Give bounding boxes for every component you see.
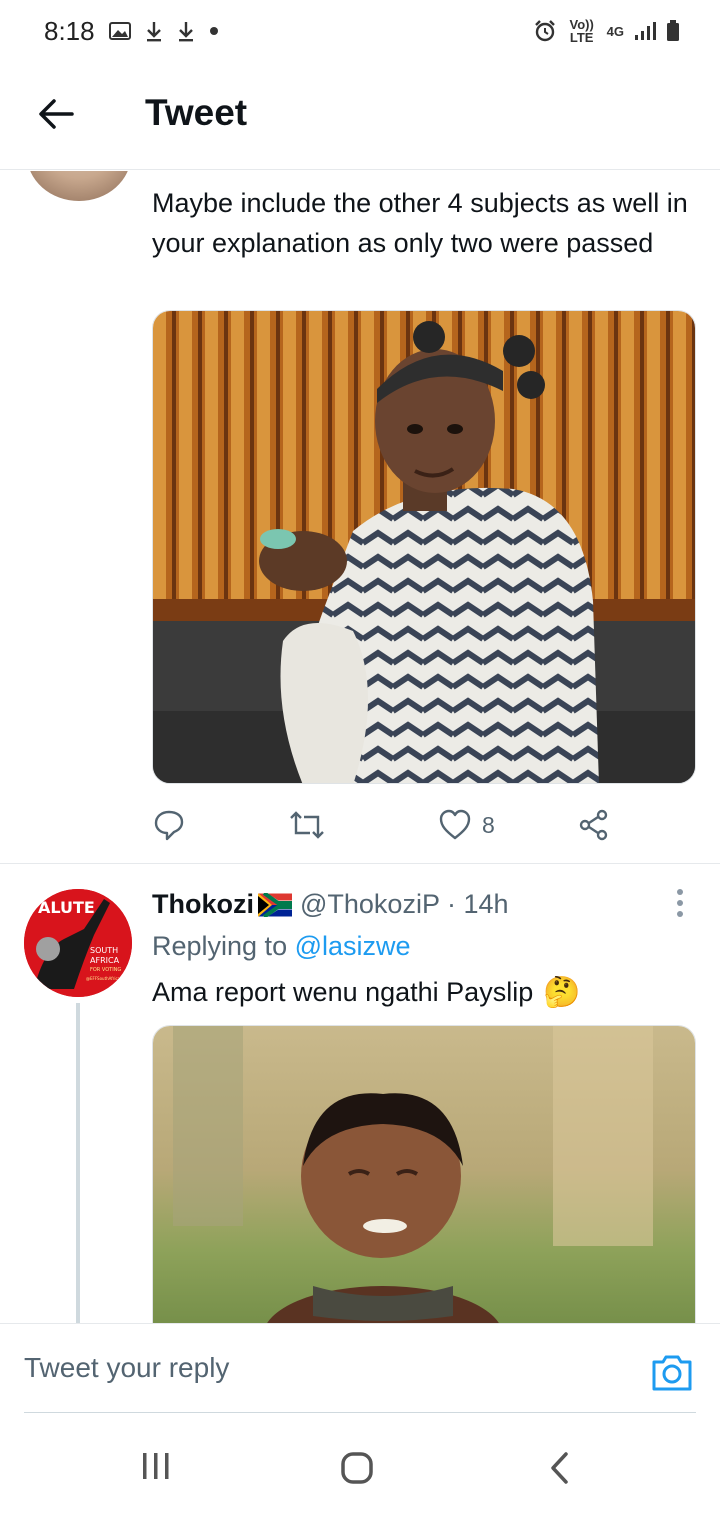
thread-line [76,1003,80,1323]
back-button[interactable] [36,94,76,134]
recent-apps-icon [143,1453,169,1479]
avatar[interactable]: ALUTE SOUTH AFRICA FOR VOTING @EFFSouthA… [24,889,132,997]
tweet-author: Thokozi @ThokoziP · 14h [152,889,509,920]
camera-button[interactable] [650,1352,694,1392]
home-icon [341,1452,373,1484]
tweet-image[interactable] [152,310,696,784]
home-button[interactable] [340,1451,374,1490]
replying-to: Replying to @lasizwe [152,931,411,962]
chevron-left-icon [551,1452,568,1484]
download-icon [177,20,195,42]
retweet-action[interactable] [288,809,326,841]
heart-icon [439,809,471,840]
share-icon [579,809,608,841]
avatar-text-line2: AFRICA [90,956,120,965]
signal-icon [634,21,656,41]
avatar-text-top: ALUTE [38,898,95,917]
like-action[interactable]: 8 [438,809,495,841]
status-left: 8:18 [44,16,219,47]
network-label: 4G [606,23,624,39]
alarm-icon [533,19,557,43]
page-title: Tweet [145,92,248,133]
avatar-text-line4: @EFFSouthAfrica [86,976,121,981]
replying-prefix: Replying to [152,931,295,961]
image-icon [108,22,131,40]
retweet-icon [290,811,324,839]
back-nav-button[interactable] [548,1451,572,1490]
divider [0,863,720,864]
author-handle: @ThokoziP · 14h [300,889,509,919]
volte-label: Vo)) LTE [569,17,594,45]
status-bar: 8:18 Vo)) LTE 4G [0,0,720,62]
like-count: 8 [482,811,495,838]
tweet-text: Ama report wenu ngathi Payslip 🤔 [152,975,581,1010]
status-time: 8:18 [44,15,95,46]
avatar-graphic: ALUTE SOUTH AFRICA FOR VOTING @EFFSouthA… [24,889,132,997]
tweet-image[interactable] [152,1025,696,1323]
download-icon [145,20,163,42]
tweet-text-content: Ama report wenu ngathi Payslip [152,977,534,1007]
south-africa-flag-icon [258,892,292,917]
tweet-photo [153,311,695,783]
camera-icon [652,1355,692,1391]
more-vertical-icon [677,889,683,917]
author-name[interactable]: Thokozi [152,889,254,920]
avatar[interactable] [27,171,131,201]
tweet-feed[interactable]: Maybe include the other 4 subjects as we… [0,171,720,1323]
recent-apps-button[interactable] [140,1451,172,1486]
system-nav-bar [0,1413,720,1520]
tweet-actions: 8 [152,803,632,847]
dot-icon [209,26,219,36]
thinking-face-emoji: 🤔 [543,976,581,1009]
reply-action[interactable] [152,808,186,842]
reply-input[interactable] [24,1338,624,1398]
avatar-text-line1: SOUTH [90,946,118,955]
tweet-text: Maybe include the other 4 subjects as we… [152,188,688,258]
share-action[interactable] [578,809,610,841]
status-right: Vo)) LTE 4G [533,18,680,44]
battery-icon [666,20,680,42]
avatar-text-line3: FOR VOTING [90,967,121,973]
reply-bar [0,1323,720,1414]
tweet-photo [153,1026,695,1323]
reply-icon [154,810,184,841]
arrow-left-icon [39,99,74,129]
replying-to-link[interactable]: @lasizwe [295,931,411,961]
more-options-button[interactable] [670,888,690,918]
app-header: Tweet [0,62,720,170]
